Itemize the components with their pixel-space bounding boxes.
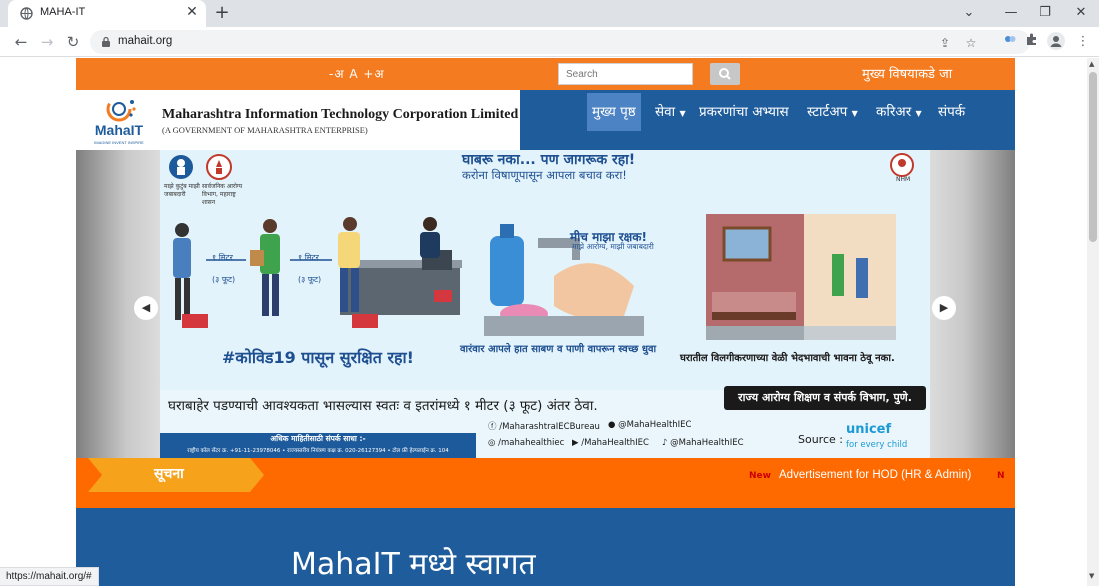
site-container: -अ A +अ मुख्य विषयाकडे जा MahaIT IMAGINE… bbox=[76, 58, 1015, 586]
youtube-icon: ▶ bbox=[572, 438, 579, 448]
department-badge: राज्य आरोग्य शिक्षण व संपर्क विभाग, पुणे… bbox=[724, 386, 926, 410]
skip-to-main-link[interactable]: मुख्य विषयाकडे जा bbox=[862, 64, 952, 82]
profile-avatar-icon[interactable] bbox=[1046, 32, 1066, 52]
nav-item-case-studies[interactable]: प्रकरणांचा अभ्यास bbox=[694, 93, 794, 131]
welcome-section: MahaIT मध्ये स्वागत bbox=[76, 508, 1015, 586]
tab-search-icon[interactable]: ⌄ bbox=[958, 2, 980, 24]
chevron-left-icon: ◀ bbox=[141, 301, 151, 314]
nav-item-services[interactable]: सेवा ▼ bbox=[650, 93, 691, 131]
lock-icon bbox=[102, 36, 110, 47]
distance-sub-left: (३ फूट) bbox=[212, 275, 236, 284]
browser-tab[interactable]: MAHA-IT ✕ bbox=[8, 0, 206, 27]
new-badge: New bbox=[749, 471, 771, 481]
twitter-handle: ● @MahaHealthIEC bbox=[608, 420, 692, 430]
handwash-text: वारंवार आपले हात साबण व पाणी वापरून स्वच… bbox=[460, 344, 657, 355]
minimize-button[interactable]: — bbox=[1000, 2, 1022, 24]
hero-slider: माझे कुटुंब माझी जबाबदारी सार्वजनिक आरोग… bbox=[76, 150, 1015, 458]
distance-label-left: १ मिटर bbox=[212, 253, 233, 262]
tab-title: MAHA-IT bbox=[40, 6, 86, 18]
nav-item-career[interactable]: करिअर ▼ bbox=[871, 93, 927, 131]
unicef-tagline: for every child bbox=[846, 440, 908, 450]
organization-subtitle: (A GOVERNMENT OF MAHARASHTRA ENTERPRISE) bbox=[162, 125, 368, 135]
translate-extension-icon[interactable] bbox=[1000, 32, 1020, 52]
isolation-text: घरातील विलगीकरणाच्या वेळी भेदभावाची भावन… bbox=[680, 353, 895, 364]
url-text[interactable]: mahait.org bbox=[118, 35, 172, 47]
status-bar-url: https://mahait.org/# bbox=[0, 567, 99, 586]
utility-bar: -अ A +अ मुख्य विषयाकडे जा bbox=[76, 58, 1015, 90]
health-department-logo bbox=[206, 154, 232, 180]
distance-label-right: १ मिटर bbox=[298, 253, 319, 262]
scroll-down-icon[interactable]: ▼ bbox=[1089, 572, 1094, 580]
new-tab-button[interactable]: + bbox=[212, 2, 232, 24]
notice-label: सूचना bbox=[154, 466, 184, 482]
slider-next-button[interactable]: ▶ bbox=[932, 296, 956, 320]
family-responsibility-logo bbox=[169, 155, 193, 179]
site-brand[interactable]: MahaIT IMAGINE INVENT INSPIRE Maharashtr… bbox=[76, 90, 520, 150]
instagram-icon: ◎ bbox=[488, 438, 496, 448]
mahait-logo: MahaIT IMAGINE INVENT INSPIRE bbox=[94, 96, 144, 145]
address-bar[interactable]: mahait.org ⇪ ☆ bbox=[90, 30, 1030, 54]
slide-headline: घाबरू नका... पण जागरूक रहा! bbox=[462, 152, 636, 168]
notice-item-link[interactable]: Advertisement for HOD (HR & Admin) bbox=[779, 469, 971, 481]
tiktok-icon: ♪ bbox=[662, 438, 668, 448]
slider-prev-button[interactable]: ◀ bbox=[134, 296, 158, 320]
nav-item-contact[interactable]: संपर्क bbox=[933, 93, 970, 131]
share-icon[interactable]: ⇪ bbox=[936, 34, 954, 52]
search-icon bbox=[719, 68, 731, 80]
distance-advice-text: घराबाहेर पडण्याची आवश्यकता भासल्यास स्वत… bbox=[168, 398, 598, 414]
distance-sub-right: (३ फूट) bbox=[298, 275, 322, 284]
browser-toolbar: ← → ↻ mahait.org ⇪ ☆ ⋮ bbox=[0, 27, 1099, 57]
bookmark-star-icon[interactable]: ☆ bbox=[962, 34, 980, 52]
reload-icon[interactable]: ↻ bbox=[62, 31, 84, 53]
facebook-handle: ⓕ /MaharashtraIECBureau bbox=[488, 422, 600, 432]
caret-down-icon: ▼ bbox=[851, 109, 858, 118]
logo2-caption: सार्वजनिक आरोग्य विभाग, महाराष्ट्र शासन bbox=[202, 183, 243, 206]
covid-awareness-slide[interactable]: माझे कुटुंब माझी जबाबदारी सार्वजनिक आरोग… bbox=[160, 150, 930, 458]
youtube-handle: ▶ /MahaHealthIEC bbox=[572, 438, 649, 448]
browser-tabstrip: MAHA-IT ✕ + ⌄ — ❐ ✕ bbox=[0, 0, 1099, 27]
social-distancing-illustration bbox=[173, 217, 462, 328]
new-badge-next: N bbox=[997, 471, 1005, 481]
facebook-icon: ⓕ bbox=[488, 422, 497, 432]
nhm-caption: NHM bbox=[896, 176, 911, 183]
font-size-controls[interactable]: -अ A +अ bbox=[329, 65, 385, 82]
caret-down-icon: ▼ bbox=[679, 109, 686, 118]
nav-item-home[interactable]: मुख्य पृष्ठ bbox=[587, 93, 641, 131]
unicef-logo-text: unicef bbox=[846, 422, 892, 437]
instagram-handle: ◎ /mahahealthiec bbox=[488, 438, 565, 448]
forward-arrow-icon[interactable]: → bbox=[36, 31, 58, 53]
covid-safety-text: #कोविड19 पासून सुरक्षित रहा! bbox=[222, 348, 414, 367]
protector-subtitle: माझे आरोग्य, माझी जबाबदारी bbox=[572, 242, 654, 251]
organization-name: Maharashtra Information Technology Corpo… bbox=[162, 107, 519, 122]
window-close-button[interactable]: ✕ bbox=[1070, 2, 1092, 24]
slide-subheadline: करोना विषाणूपासून आपला बचाव करा! bbox=[462, 168, 627, 182]
page-scrollbar[interactable]: ▲ ▼ bbox=[1087, 58, 1099, 586]
globe-icon bbox=[20, 7, 33, 20]
svg-text:MahaIT: MahaIT bbox=[95, 122, 144, 138]
search-button[interactable] bbox=[710, 63, 740, 85]
welcome-title: MahaIT मध्ये स्वागत bbox=[291, 547, 536, 582]
chevron-right-icon: ▶ bbox=[939, 301, 949, 314]
svg-text:IMAGINE INVENT INSPIRE: IMAGINE INVENT INSPIRE bbox=[94, 140, 144, 145]
nav-item-startup[interactable]: स्टार्टअप ▼ bbox=[802, 93, 863, 131]
scroll-up-icon[interactable]: ▲ bbox=[1089, 60, 1094, 68]
tab-close-icon[interactable]: ✕ bbox=[184, 4, 200, 20]
tiktok-handle: ♪ @MahaHealthIEC bbox=[662, 438, 744, 448]
browser-menu-icon[interactable]: ⋮ bbox=[1073, 32, 1093, 52]
restore-button[interactable]: ❐ bbox=[1034, 2, 1056, 24]
caret-down-icon: ▼ bbox=[915, 109, 922, 118]
search-input[interactable] bbox=[558, 63, 693, 85]
contact-numbers: राष्ट्रीय कॉल सेंटर क्र. +91-11-23978046… bbox=[187, 448, 449, 454]
main-navigation: मुख्य पृष्ठ सेवा ▼ प्रकरणांचा अभ्यास स्ट… bbox=[520, 90, 1015, 150]
source-label: Source : bbox=[798, 433, 843, 446]
back-arrow-icon[interactable]: ← bbox=[10, 31, 32, 53]
extensions-puzzle-icon[interactable] bbox=[1022, 32, 1042, 52]
notice-bar: सूचना New Advertisement for HOD (HR & Ad… bbox=[76, 458, 1015, 508]
logo1-caption: माझे कुटुंब माझी जबाबदारी bbox=[164, 183, 200, 198]
scrollbar-thumb[interactable] bbox=[1089, 72, 1097, 242]
page-viewport: -अ A +अ मुख्य विषयाकडे जा MahaIT IMAGINE… bbox=[0, 58, 1087, 586]
home-isolation-illustration bbox=[706, 214, 896, 340]
contact-title: अधिक माहितीसाठी संपर्क साधा :- bbox=[270, 434, 366, 443]
twitter-icon: ● bbox=[608, 420, 616, 430]
